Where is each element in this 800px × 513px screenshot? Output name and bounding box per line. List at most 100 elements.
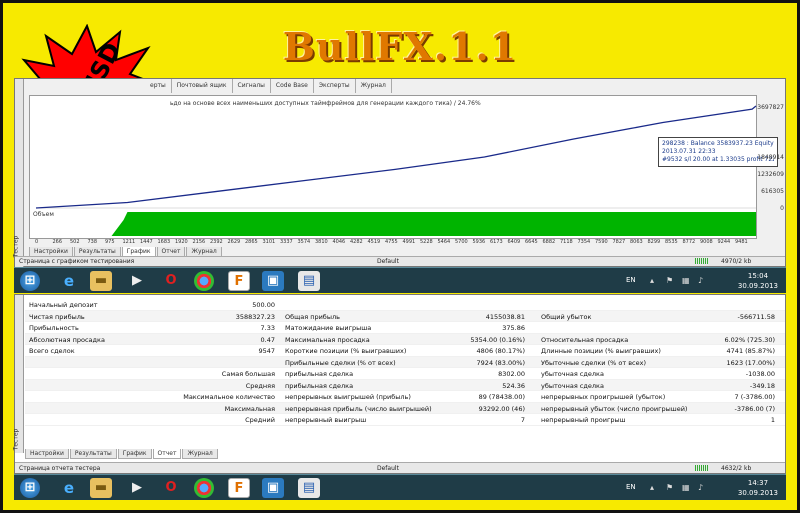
report-row: Чистая прибыль 3588327.23 Общая прибыль 415… bbox=[25, 310, 785, 322]
report-cell-c1: Начальный депозит bbox=[29, 301, 98, 309]
report-cell-c6: -1038.00 bbox=[745, 370, 775, 378]
tab-signals[interactable]: Сигналы bbox=[233, 79, 271, 93]
tray-flag-icon[interactable]: ⚑ bbox=[666, 483, 673, 492]
tray-volume-icon[interactable]: ♪ bbox=[698, 276, 703, 285]
balance-line bbox=[35, 105, 757, 209]
ie-icon[interactable]: e bbox=[58, 271, 80, 291]
tray-network-icon[interactable]: ▦ bbox=[682, 483, 690, 492]
x-tick-label: 6173 bbox=[490, 239, 503, 245]
explorer-folder-icon[interactable]: ▬ bbox=[90, 478, 112, 498]
x-tick-label: 4519 bbox=[367, 239, 381, 245]
x-tick-label: 9244 bbox=[717, 239, 731, 245]
report-cell-c5: непрерывный проигрыш bbox=[541, 416, 626, 424]
tray-volume-icon[interactable]: ♪ bbox=[698, 483, 703, 492]
report-cell-c4: 7924 (83.00%) bbox=[476, 358, 525, 367]
report-cell-c4: 4155038.81 bbox=[485, 312, 525, 321]
taskbar-clock[interactable]: 15:04 30.09.2013 bbox=[738, 271, 778, 291]
report-row: Средняя прибыльная сделка 524.36 убыточная … bbox=[25, 379, 785, 391]
tester-side-tab[interactable]: Тестер bbox=[12, 295, 24, 453]
report-row: Абсолютная просадка 0.47 Максимальная прос… bbox=[25, 333, 785, 345]
y-tick: 616305 bbox=[761, 188, 784, 195]
x-tick-label: 6409 bbox=[507, 239, 521, 245]
ie-icon[interactable]: e bbox=[58, 478, 80, 498]
chrome-icon[interactable] bbox=[194, 478, 214, 498]
x-tick-label: 5700 bbox=[455, 239, 468, 245]
metatrader-f-icon[interactable]: F bbox=[228, 271, 250, 291]
chart-header-text: ьдо на основе всех наименьших доступных … bbox=[170, 100, 481, 107]
tab-results[interactable]: Результаты bbox=[69, 449, 117, 459]
opera-icon[interactable]: O bbox=[160, 478, 182, 498]
media-player-icon[interactable]: ▶ bbox=[126, 271, 148, 291]
taskbar-clock[interactable]: 14:37 30.09.2013 bbox=[738, 478, 778, 498]
x-tick-label: 9008 bbox=[700, 239, 713, 245]
tray-flag-icon[interactable]: ⚑ bbox=[666, 276, 673, 285]
connection-bars-icon bbox=[695, 465, 709, 471]
x-tick-label: 3574 bbox=[297, 239, 311, 245]
status-traffic: 4970/2 kb bbox=[721, 258, 752, 265]
x-tick-label: 3810 bbox=[315, 239, 328, 245]
report-cell-c5: Убыточные сделки (% от всех) bbox=[541, 358, 646, 367]
tray-arrow-icon[interactable]: ▴ bbox=[650, 276, 654, 285]
tab-experts-partial[interactable]: ерты bbox=[145, 79, 172, 93]
report-cell-c4: 93292.00 (46) bbox=[478, 404, 525, 413]
report-cell-c5: Относительная просадка bbox=[541, 335, 629, 344]
report-window-tabs: Настройки Результаты График Отчет Журнал bbox=[25, 449, 219, 459]
report-cell-c3: прибыльная сделка bbox=[285, 381, 354, 390]
y-tick: 1232609 bbox=[757, 171, 784, 178]
tester-side-tab[interactable]: Тестер bbox=[12, 79, 24, 268]
tab-journal-top[interactable]: Журнал bbox=[356, 79, 392, 93]
explorer-folder-icon[interactable]: ▬ bbox=[90, 271, 112, 291]
metatrader-icon[interactable]: ▣ bbox=[262, 478, 284, 498]
balance-chart-svg bbox=[35, 105, 757, 236]
opera-icon[interactable]: O bbox=[160, 271, 182, 291]
media-player-icon[interactable]: ▶ bbox=[126, 478, 148, 498]
language-indicator[interactable]: EN bbox=[626, 276, 636, 284]
tray-arrow-icon[interactable]: ▴ bbox=[650, 483, 654, 492]
report-cell-c2: 3588327.23 bbox=[235, 312, 275, 321]
report-cell-c4: 7 bbox=[520, 416, 525, 424]
report-cell-c1r: Средний bbox=[245, 416, 275, 424]
start-button-icon[interactable]: ⊞ bbox=[20, 271, 40, 291]
metatrader-icon[interactable]: ▣ bbox=[262, 271, 284, 291]
clock-date: 30.09.2013 bbox=[737, 282, 778, 290]
x-tick-label: 7827 bbox=[612, 239, 626, 245]
report-cell-c6: -3786.00 (7) bbox=[734, 404, 776, 413]
chrome-icon[interactable] bbox=[194, 271, 214, 291]
x-tick-label: 4755 bbox=[385, 239, 398, 245]
document-icon[interactable]: ▤ bbox=[298, 271, 320, 291]
x-tick-label: 738 bbox=[87, 239, 98, 245]
x-tick-label: 4046 bbox=[332, 239, 346, 245]
tab-experts[interactable]: Эксперты bbox=[314, 79, 356, 93]
report-row: Начальный депозит 500.00 bbox=[25, 299, 785, 311]
report-cell-c1: Чистая прибыль bbox=[29, 312, 85, 321]
balance-chart[interactable]: ьдо на основе всех наименьших доступных … bbox=[29, 95, 784, 239]
report-cell-c6: 7 (-3786.00) bbox=[734, 393, 776, 401]
report-row: Самая большая прибыльная сделка 8302.00 убы… bbox=[25, 368, 785, 380]
report-cell-c3: Максимальная просадка bbox=[285, 335, 370, 344]
start-button-icon[interactable]: ⊞ bbox=[20, 478, 40, 498]
tray-network-icon[interactable]: ▦ bbox=[682, 276, 690, 285]
x-tick-label: 5464 bbox=[437, 239, 451, 245]
tab-codebase[interactable]: Code Base bbox=[271, 79, 314, 93]
report-cell-c3: Матожидание выигрыша bbox=[285, 324, 372, 332]
tab-settings[interactable]: Настройки bbox=[25, 449, 69, 459]
report-status-bar: Страница отчета тестера Default 4632/2 k… bbox=[15, 462, 785, 473]
y-tick: 0 bbox=[780, 205, 784, 212]
chart-tester-window: Тестер ерты Почтовый ящик Сигналы Code B… bbox=[12, 78, 786, 268]
tab-journal[interactable]: Журнал bbox=[182, 449, 218, 459]
language-indicator[interactable]: EN bbox=[626, 483, 636, 491]
x-tick-label: 2865 bbox=[245, 239, 258, 245]
tab-mailbox[interactable]: Почтовый ящик bbox=[172, 79, 233, 93]
connection-bars-icon bbox=[695, 258, 709, 264]
document-icon[interactable]: ▤ bbox=[298, 478, 320, 498]
x-tick-label: 7118 bbox=[560, 239, 573, 245]
metatrader-f-icon[interactable]: F bbox=[228, 478, 250, 498]
y-tick: 1848914 bbox=[757, 154, 784, 161]
report-cell-c4: 524.36 bbox=[502, 381, 525, 390]
tab-graph[interactable]: График bbox=[117, 449, 152, 459]
report-cell-c6: 6.02% (725.30) bbox=[724, 335, 775, 344]
x-tick-label: 6882 bbox=[542, 239, 556, 245]
report-cell-c5: Общий убыток bbox=[541, 312, 592, 321]
report-row: Прибыльные сделки (% от всех) 7924 (83.00… bbox=[25, 356, 785, 368]
tab-report[interactable]: Отчет bbox=[152, 449, 182, 459]
